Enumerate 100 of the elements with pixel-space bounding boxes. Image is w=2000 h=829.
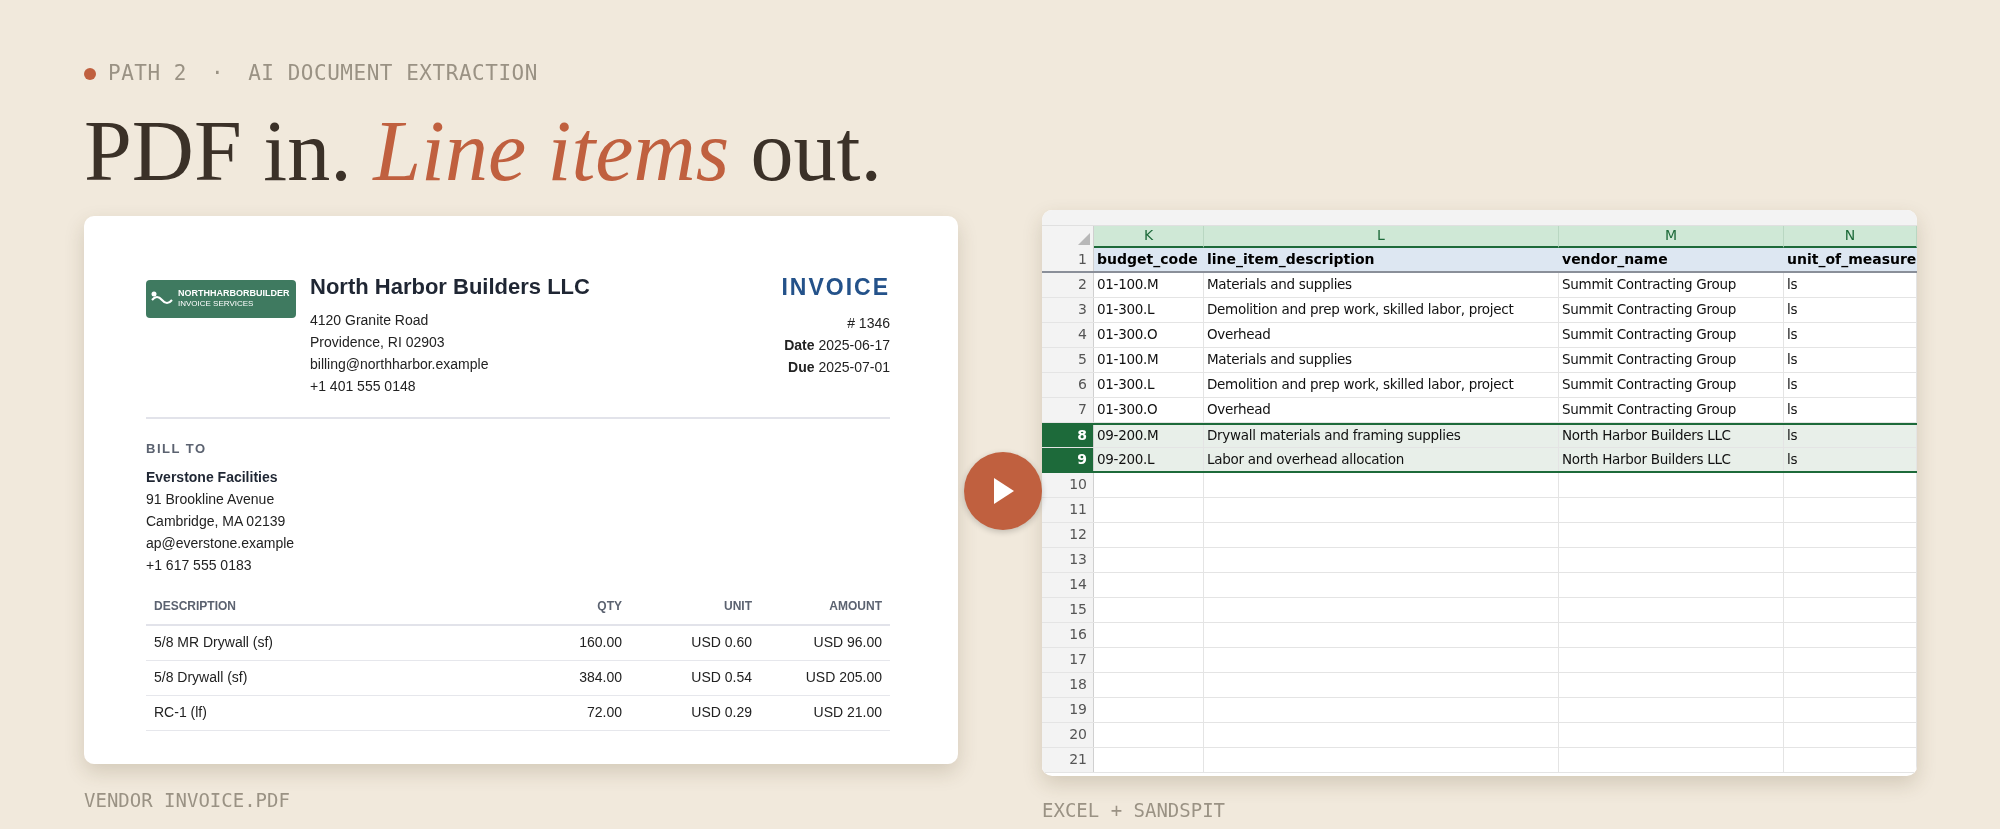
table-cell-text: Materials and supplies <box>1207 350 1352 370</box>
selected-row[interactable]: 8 09-200.M Drywall materials and framing supplies North Harbor Builders LLC ls <box>1042 422 1917 448</box>
table-cell-text: ls <box>1787 325 1798 345</box>
play-button[interactable] <box>964 451 1042 530</box>
row-number[interactable]: 16 <box>1042 622 1094 647</box>
row-number[interactable]: 7 <box>1042 397 1094 422</box>
client-address-line: ap@everstone.example <box>146 534 296 553</box>
table-cell: RC-1 (lf) <box>146 695 500 730</box>
table-cell: USD 205.00 <box>760 660 890 695</box>
spreadsheet-row[interactable]: 17 <box>1042 647 1917 673</box>
row-number[interactable]: 14 <box>1042 572 1094 597</box>
column-header: UNIT <box>630 588 760 625</box>
row-number[interactable]: 10 <box>1042 472 1094 497</box>
table-cell-text: Summit Contracting Group <box>1562 375 1736 395</box>
table-cell-text: ls <box>1787 400 1798 420</box>
row-number[interactable]: 8 <box>1042 424 1094 447</box>
table-cell-text: Summit Contracting Group <box>1562 325 1736 345</box>
client-address-line: Cambridge, MA 02139 <box>146 512 287 531</box>
spreadsheet-row[interactable]: 18 <box>1042 672 1917 698</box>
row-number[interactable]: 12 <box>1042 522 1094 547</box>
logo-wordmark: NORTHHARBORBUILDER <box>178 289 290 298</box>
table-cell-text: Summit Contracting Group <box>1562 300 1736 320</box>
row-number[interactable]: 6 <box>1042 372 1094 397</box>
row-number[interactable]: 1 <box>1042 247 1094 271</box>
table-cell-text: Labor and overhead allocation <box>1207 449 1404 469</box>
spreadsheet-row[interactable]: 20 <box>1042 722 1917 748</box>
row-number[interactable]: 19 <box>1042 697 1094 722</box>
table-cell-text: North Harbor Builders LLC <box>1562 449 1731 469</box>
table-cell-text: ls <box>1787 449 1798 469</box>
table-cell-text: Summit Contracting Group <box>1562 275 1736 295</box>
table-cell-text: 01-100.M <box>1097 350 1159 370</box>
spreadsheet-row[interactable]: 21 <box>1042 747 1917 773</box>
table-cell-text: Overhead <box>1207 325 1271 345</box>
row-number[interactable]: 13 <box>1042 547 1094 572</box>
table-cell-text: 01-300.L <box>1097 375 1155 395</box>
invoice-date: Date 2025-06-17 <box>784 336 890 355</box>
row-number[interactable]: 11 <box>1042 497 1094 522</box>
headline: PDF in. Line items out. <box>84 107 883 194</box>
company-address-line: +1 401 555 0148 <box>310 376 417 396</box>
spreadsheet-row[interactable]: 5 01-100.M Materials and supplies Summit Contracting Group ls <box>1042 347 1917 373</box>
column-header: AMOUNT <box>760 588 890 625</box>
spreadsheet-row[interactable]: 16 <box>1042 622 1917 648</box>
spreadsheet-row[interactable]: 11 <box>1042 497 1917 523</box>
row-number[interactable]: 15 <box>1042 597 1094 622</box>
table-cell-text: Materials and supplies <box>1207 275 1352 295</box>
column-letter[interactable]: K <box>1094 225 1204 248</box>
row-number[interactable]: 2 <box>1042 272 1094 297</box>
invoice-title: INVOICE <box>781 272 890 302</box>
bill-to-label: BILL TO <box>146 439 208 458</box>
client-address-line: 91 Brookline Avenue <box>146 490 276 509</box>
spreadsheet-row[interactable]: 2 01-100.M Materials and supplies Summit Contracting Group ls <box>1042 272 1917 298</box>
row-number[interactable]: 5 <box>1042 347 1094 372</box>
column-letter[interactable]: M <box>1559 225 1784 248</box>
row-number[interactable]: 17 <box>1042 647 1094 672</box>
company-address-line: billing@northharbor.example <box>310 354 490 374</box>
selected-row[interactable]: 9 09-200.L Labor and overhead allocation North Harbor Builders LLC ls <box>1042 447 1917 473</box>
table-cell-text: ls <box>1787 275 1798 295</box>
table-cell-text: ls <box>1787 350 1798 370</box>
table-cell-text: 09-200.M <box>1097 426 1159 446</box>
separator-dot: · <box>210 60 226 87</box>
column-letter[interactable]: L <box>1204 225 1559 248</box>
table-cell: 160.00 <box>500 625 630 660</box>
column-header: DESCRIPTION <box>146 588 500 625</box>
header-cell-text: budget_code <box>1096 249 1199 270</box>
spreadsheet-row[interactable]: 3 01-300.L Demolition and prep work, skilled labor, project Summit Contracting Group ls <box>1042 297 1917 323</box>
table-cell-text: Overhead <box>1207 400 1271 420</box>
row-number[interactable]: 3 <box>1042 297 1094 322</box>
eyebrow-topic: AI DOCUMENT EXTRACTION <box>248 60 538 87</box>
spreadsheet-row[interactable]: 12 <box>1042 522 1917 548</box>
spreadsheet-row[interactable]: 13 <box>1042 547 1917 573</box>
table-cell-text: 01-100.M <box>1097 275 1159 295</box>
table-cell-text: Summit Contracting Group <box>1562 400 1736 420</box>
table-cell-text: Demolition and prep work, skilled labor, project <box>1207 300 1514 320</box>
column-header: QTY <box>500 588 630 625</box>
document-caption: VENDOR INVOICE.PDF <box>84 787 291 813</box>
spreadsheet-caption: EXCEL + SANDSPIT <box>1042 797 1227 823</box>
table-cell: USD 0.54 <box>630 660 760 695</box>
row-number[interactable]: 21 <box>1042 747 1094 772</box>
table-cell: USD 21.00 <box>760 695 890 730</box>
spreadsheet-row[interactable]: 15 <box>1042 597 1917 623</box>
row-number[interactable]: 4 <box>1042 322 1094 347</box>
spreadsheet-row[interactable]: 6 01-300.L Demolition and prep work, skilled labor, project Summit Contracting Group ls <box>1042 372 1917 398</box>
spreadsheet-row[interactable]: 19 <box>1042 697 1917 723</box>
spreadsheet-row[interactable]: 10 <box>1042 472 1917 498</box>
spreadsheet-row[interactable]: 4 01-300.O Overhead Summit Contracting Group ls <box>1042 322 1917 348</box>
table-cell-text: 01-300.O <box>1097 325 1158 345</box>
row-number[interactable]: 18 <box>1042 672 1094 697</box>
spreadsheet-row[interactable]: 7 01-300.O Overhead Summit Contracting Group ls <box>1042 397 1917 423</box>
company-name: North Harbor Builders LLC <box>310 272 590 301</box>
table-cell: 72.00 <box>500 695 630 730</box>
column-letter[interactable]: N <box>1784 225 1917 248</box>
eyebrow-label: PATH 2 <box>108 60 187 87</box>
spreadsheet-row[interactable]: 14 <box>1042 572 1917 598</box>
table-cell-text: ls <box>1787 375 1798 395</box>
table-cell-text: 01-300.O <box>1097 400 1158 420</box>
table-cell: 384.00 <box>500 660 630 695</box>
row-number[interactable]: 20 <box>1042 722 1094 747</box>
row-number[interactable]: 9 <box>1042 447 1094 471</box>
table-cell: USD 0.60 <box>630 625 760 660</box>
client-address-line: +1 617 555 0183 <box>146 556 253 575</box>
